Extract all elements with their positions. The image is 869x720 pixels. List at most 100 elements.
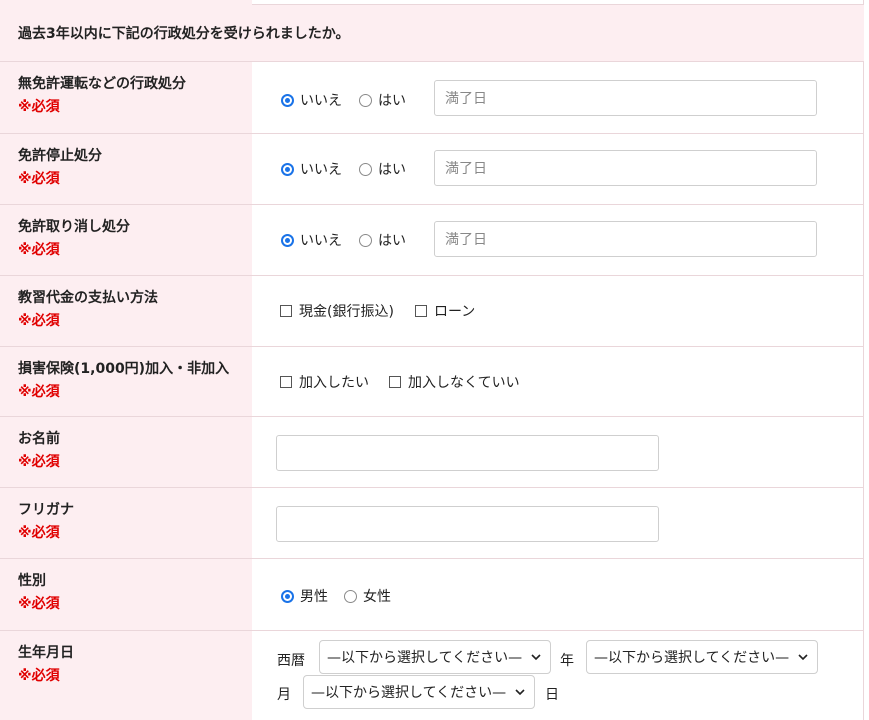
chevron-down-icon	[798, 654, 808, 661]
radio-selected-icon	[281, 233, 294, 247]
row-label: 性別 ※必須	[0, 559, 252, 630]
label-title: 生年月日	[18, 645, 74, 661]
label-title: 免許取り消し処分	[18, 219, 130, 235]
expiry-date-input[interactable]: 満了日	[434, 221, 817, 257]
label-title: 無免許運転などの行政処分	[18, 76, 186, 92]
expiry-date-input[interactable]: 満了日	[434, 150, 817, 186]
label-title: 教習代金の支払い方法	[18, 290, 158, 306]
row-label: お名前 ※必須	[0, 417, 252, 487]
row-content: 現金(銀行振込) ローン	[252, 276, 864, 346]
checkbox-cash[interactable]: 現金(銀行振込)	[280, 301, 394, 321]
required-badge: ※必須	[18, 313, 60, 329]
row-label: 教習代金の支払い方法 ※必須	[0, 276, 252, 346]
chevron-down-icon	[531, 654, 541, 661]
required-badge: ※必須	[18, 242, 60, 258]
row-gender: 性別 ※必須 男性 女性	[0, 559, 864, 631]
radio-no-label: いいえ	[300, 233, 342, 249]
radio-selected-icon	[281, 162, 294, 176]
checkbox-no-join-label: 加入しなくていい	[408, 375, 520, 391]
row-content: 男性 女性	[252, 559, 864, 630]
row-license-revocation: 免許取り消し処分 ※必須 いいえ はい 満了日	[0, 205, 864, 276]
violation-notice: 過去3年以内に下記の行政処分を受けられましたか。	[0, 5, 864, 62]
year-select-value: —以下から選択してください—	[327, 650, 523, 666]
required-badge: ※必須	[18, 171, 60, 187]
checkbox-loan-label: ローン	[434, 304, 476, 320]
furigana-input[interactable]	[276, 506, 659, 542]
row-name: お名前 ※必須	[0, 417, 864, 488]
required-badge: ※必須	[18, 596, 60, 612]
chevron-down-icon	[515, 689, 525, 696]
label-title: 性別	[18, 573, 46, 589]
radio-selected-icon	[281, 93, 294, 107]
radio-unselected-icon	[359, 93, 372, 107]
radio-no[interactable]: いいえ	[281, 90, 342, 110]
radio-yes-label: はい	[378, 93, 406, 109]
checkbox-join-label: 加入したい	[299, 375, 369, 391]
row-content: いいえ はい 満了日	[252, 62, 864, 133]
row-label: フリガナ ※必須	[0, 488, 252, 558]
label-title: フリガナ	[18, 502, 74, 518]
radio-no[interactable]: いいえ	[281, 159, 342, 179]
checkbox-icon	[280, 376, 292, 388]
checkbox-no-join[interactable]: 加入しなくていい	[389, 372, 520, 392]
radio-no[interactable]: いいえ	[281, 230, 342, 250]
checkbox-join[interactable]: 加入したい	[280, 372, 369, 392]
row-payment-method: 教習代金の支払い方法 ※必須 現金(銀行振込) ローン	[0, 276, 864, 347]
row-content: いいえ はい 満了日	[252, 134, 864, 204]
checkbox-icon	[415, 305, 427, 317]
row-unlicensed-driving: 無免許運転などの行政処分 ※必須 いいえ はい 満了日	[0, 62, 864, 134]
row-content	[252, 417, 864, 487]
month-suffix: 月	[277, 687, 291, 703]
month-select-value: —以下から選択してください—	[594, 650, 790, 666]
required-badge: ※必須	[18, 99, 60, 115]
era-label: 西暦	[277, 653, 305, 669]
row-label: 無免許運転などの行政処分 ※必須	[0, 62, 252, 133]
required-badge: ※必須	[18, 454, 60, 470]
day-suffix: 日	[545, 687, 559, 703]
day-select-value: —以下から選択してください—	[311, 685, 507, 701]
radio-male-label: 男性	[300, 589, 328, 605]
radio-unselected-icon	[359, 162, 372, 176]
row-birthdate: 生年月日 ※必須 西暦 —以下から選択してください— 年 —以下から選択してくだ…	[0, 631, 864, 720]
day-select[interactable]: —以下から選択してください—	[303, 675, 535, 709]
radio-selected-icon	[281, 589, 294, 603]
radio-yes-label: はい	[378, 233, 406, 249]
expiry-date-placeholder: 満了日	[445, 91, 487, 107]
checkbox-loan[interactable]: ローン	[415, 301, 475, 321]
radio-yes[interactable]: はい	[359, 230, 406, 250]
radio-no-label: いいえ	[300, 93, 342, 109]
checkbox-cash-label: 現金(銀行振込)	[299, 304, 394, 320]
row-content: 西暦 —以下から選択してください— 年 —以下から選択してください— 月 —以下…	[252, 631, 864, 720]
row-label: 免許取り消し処分 ※必須	[0, 205, 252, 275]
required-badge: ※必須	[18, 525, 60, 541]
required-badge: ※必須	[18, 384, 60, 400]
row-furigana: フリガナ ※必須	[0, 488, 864, 559]
name-input[interactable]	[276, 435, 659, 471]
row-label: 生年月日 ※必須	[0, 631, 252, 720]
row-content: いいえ はい 満了日	[252, 205, 864, 275]
checkbox-icon	[280, 305, 292, 317]
row-license-suspension: 免許停止処分 ※必須 いいえ はい 満了日	[0, 134, 864, 205]
checkbox-icon	[389, 376, 401, 388]
label-title: お名前	[18, 431, 60, 447]
radio-unselected-icon	[344, 589, 357, 603]
row-insurance: 損害保険(1,000円)加入・非加入 ※必須 加入したい 加入しなくていい	[0, 347, 864, 417]
radio-yes[interactable]: はい	[359, 90, 406, 110]
application-form: 過去3年以内に下記の行政処分を受けられましたか。 無免許運転などの行政処分 ※必…	[0, 0, 864, 720]
expiry-date-placeholder: 満了日	[445, 232, 487, 248]
radio-unselected-icon	[359, 233, 372, 247]
year-suffix: 年	[560, 653, 574, 669]
required-badge: ※必須	[18, 668, 60, 684]
row-content	[252, 488, 864, 558]
row-label: 免許停止処分 ※必須	[0, 134, 252, 204]
year-select[interactable]: —以下から選択してください—	[319, 640, 551, 674]
radio-female[interactable]: 女性	[344, 586, 391, 606]
expiry-date-placeholder: 満了日	[445, 161, 487, 177]
expiry-date-input[interactable]: 満了日	[434, 80, 817, 116]
month-select[interactable]: —以下から選択してください—	[586, 640, 818, 674]
radio-female-label: 女性	[363, 589, 391, 605]
radio-yes[interactable]: はい	[359, 159, 406, 179]
radio-male[interactable]: 男性	[281, 586, 328, 606]
radio-yes-label: はい	[378, 162, 406, 178]
radio-no-label: いいえ	[300, 162, 342, 178]
